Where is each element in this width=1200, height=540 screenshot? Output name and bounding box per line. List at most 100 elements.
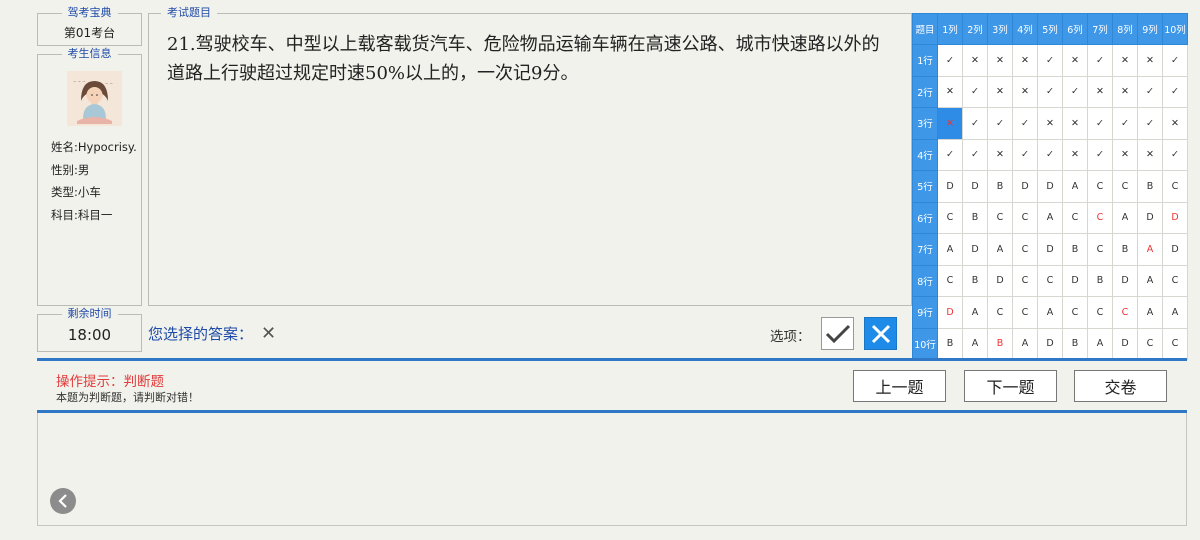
grid-cell[interactable]: ✕: [1037, 107, 1063, 140]
grid-cell[interactable]: A: [1062, 170, 1088, 203]
grid-cell[interactable]: ✓: [1062, 75, 1088, 108]
grid-cell[interactable]: ✕: [1112, 138, 1138, 171]
grid-cell[interactable]: C: [937, 264, 963, 297]
grid-cell[interactable]: C: [1012, 233, 1038, 266]
grid-cell[interactable]: ✕: [987, 75, 1013, 108]
grid-cell[interactable]: ✓: [1162, 75, 1188, 108]
grid-cell[interactable]: C: [1162, 170, 1188, 203]
grid-cell[interactable]: B: [987, 327, 1013, 360]
grid-cell[interactable]: A: [1087, 327, 1113, 360]
grid-cell[interactable]: A: [1137, 264, 1163, 297]
grid-cell[interactable]: C: [987, 201, 1013, 234]
grid-cell[interactable]: ✕: [1062, 138, 1088, 171]
grid-cell[interactable]: ✓: [1112, 107, 1138, 140]
grid-cell[interactable]: C: [1162, 264, 1188, 297]
grid-cell[interactable]: D: [987, 264, 1013, 297]
grid-cell[interactable]: D: [1162, 201, 1188, 234]
grid-cell[interactable]: C: [1137, 327, 1163, 360]
grid-cell[interactable]: A: [1162, 296, 1188, 329]
grid-cell[interactable]: ✕: [1087, 75, 1113, 108]
grid-cell[interactable]: D: [1162, 233, 1188, 266]
grid-cell[interactable]: D: [1112, 264, 1138, 297]
grid-cell[interactable]: ✓: [1037, 75, 1063, 108]
grid-cell[interactable]: ✓: [987, 107, 1013, 140]
grid-cell[interactable]: A: [1137, 233, 1163, 266]
grid-cell[interactable]: C: [1112, 296, 1138, 329]
next-question-button[interactable]: 下一题: [964, 370, 1057, 402]
grid-cell[interactable]: ✓: [962, 75, 988, 108]
grid-cell[interactable]: ✓: [1087, 138, 1113, 171]
grid-cell[interactable]: C: [987, 296, 1013, 329]
grid-cell[interactable]: A: [1112, 201, 1138, 234]
grid-cell[interactable]: A: [962, 296, 988, 329]
grid-cell[interactable]: D: [1012, 170, 1038, 203]
grid-cell[interactable]: ✕: [987, 138, 1013, 171]
submit-exam-button[interactable]: 交卷: [1074, 370, 1167, 402]
grid-cell[interactable]: ✓: [1087, 44, 1113, 77]
grid-cell[interactable]: C: [937, 201, 963, 234]
grid-cell[interactable]: ✕: [1162, 107, 1188, 140]
grid-cell[interactable]: A: [962, 327, 988, 360]
grid-cell[interactable]: C: [1037, 264, 1063, 297]
grid-cell[interactable]: B: [962, 201, 988, 234]
grid-cell[interactable]: B: [1062, 327, 1088, 360]
grid-cell[interactable]: ✓: [1162, 138, 1188, 171]
option-false-button[interactable]: [864, 317, 897, 350]
grid-cell[interactable]: C: [1012, 296, 1038, 329]
grid-cell[interactable]: D: [1037, 170, 1063, 203]
grid-cell[interactable]: B: [937, 327, 963, 360]
grid-cell[interactable]: D: [1037, 327, 1063, 360]
grid-cell[interactable]: ✕: [962, 44, 988, 77]
grid-cell[interactable]: D: [962, 233, 988, 266]
prev-question-button[interactable]: 上一题: [853, 370, 946, 402]
grid-cell[interactable]: D: [962, 170, 988, 203]
grid-cell[interactable]: D: [937, 296, 963, 329]
grid-cell-current[interactable]: ✕: [937, 107, 963, 140]
grid-cell[interactable]: A: [937, 233, 963, 266]
grid-cell[interactable]: C: [1012, 264, 1038, 297]
grid-cell[interactable]: C: [1087, 170, 1113, 203]
grid-cell[interactable]: ✓: [1037, 138, 1063, 171]
grid-cell[interactable]: ✕: [1137, 44, 1163, 77]
grid-cell[interactable]: ✓: [1012, 107, 1038, 140]
option-true-button[interactable]: [821, 317, 854, 350]
grid-cell[interactable]: B: [1062, 233, 1088, 266]
grid-cell[interactable]: B: [1087, 264, 1113, 297]
grid-cell[interactable]: ✓: [937, 44, 963, 77]
grid-cell[interactable]: B: [962, 264, 988, 297]
grid-cell[interactable]: ✓: [937, 138, 963, 171]
grid-cell[interactable]: C: [1112, 170, 1138, 203]
grid-cell[interactable]: C: [1012, 201, 1038, 234]
grid-cell[interactable]: C: [1062, 296, 1088, 329]
grid-cell[interactable]: C: [1087, 296, 1113, 329]
grid-cell[interactable]: ✓: [1137, 75, 1163, 108]
grid-cell[interactable]: C: [1087, 201, 1113, 234]
grid-cell[interactable]: A: [1012, 327, 1038, 360]
grid-cell[interactable]: D: [937, 170, 963, 203]
grid-cell[interactable]: A: [1037, 201, 1063, 234]
grid-cell[interactable]: ✕: [937, 75, 963, 108]
grid-cell[interactable]: D: [1112, 327, 1138, 360]
grid-cell[interactable]: ✓: [1037, 44, 1063, 77]
grid-cell[interactable]: B: [987, 170, 1013, 203]
grid-cell[interactable]: ✓: [962, 107, 988, 140]
grid-cell[interactable]: ✕: [1112, 44, 1138, 77]
grid-cell[interactable]: ✓: [1087, 107, 1113, 140]
grid-cell[interactable]: D: [1037, 233, 1063, 266]
grid-cell[interactable]: C: [1062, 201, 1088, 234]
grid-cell[interactable]: B: [1112, 233, 1138, 266]
grid-cell[interactable]: C: [1087, 233, 1113, 266]
back-button[interactable]: [50, 488, 76, 514]
grid-cell[interactable]: ✕: [1062, 44, 1088, 77]
grid-cell[interactable]: ✓: [1012, 138, 1038, 171]
grid-cell[interactable]: A: [1137, 296, 1163, 329]
grid-cell[interactable]: D: [1062, 264, 1088, 297]
grid-cell[interactable]: ✓: [962, 138, 988, 171]
grid-cell[interactable]: C: [1162, 327, 1188, 360]
grid-cell[interactable]: ✕: [1112, 75, 1138, 108]
grid-cell[interactable]: D: [1137, 201, 1163, 234]
grid-cell[interactable]: A: [987, 233, 1013, 266]
grid-cell[interactable]: ✕: [1062, 107, 1088, 140]
grid-cell[interactable]: B: [1137, 170, 1163, 203]
grid-cell[interactable]: ✕: [1137, 138, 1163, 171]
